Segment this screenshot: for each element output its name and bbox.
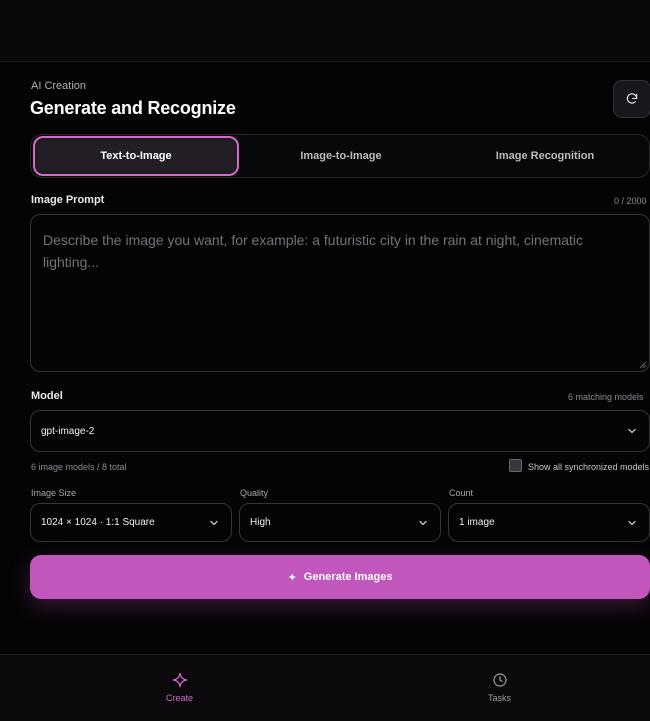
quality-label: Quality [240,488,269,498]
prompt-textarea[interactable]: Describe the image you want, for example… [30,214,650,372]
show-all-models-checkbox[interactable] [509,459,522,472]
generate-images-button[interactable]: ✦ Generate Images [30,555,650,599]
nav-item-tasks[interactable]: Tasks [337,655,650,721]
count-label: Count [449,488,474,498]
refresh-icon [626,93,638,104]
model-select-value: gpt-image-2 [41,425,95,437]
model-summary: 6 image models / 8 total [31,462,127,472]
chevron-down-icon [628,428,636,434]
nav-item-create[interactable]: Create [17,655,342,721]
count-value: 1 image [459,517,495,528]
nav-label-tasks: Tasks [487,693,511,703]
chevron-down-icon [210,520,218,525]
refresh-button[interactable] [613,80,650,118]
creation-panel: AI Creation Generate and Recognize Text-… [0,62,650,654]
show-all-models-label[interactable]: Show all synchronized models [528,462,649,472]
model-label: Model [31,390,63,402]
model-select[interactable]: gpt-image-2 [30,410,650,452]
matching-models-count: 6 matching models [568,392,644,402]
prompt-char-counter: 0 / 2000 [614,196,647,206]
sparkle-icon: ✦ [287,571,297,584]
bottom-nav: Create Tasks [0,654,650,721]
count-select[interactable]: 1 image [448,503,650,542]
image-size-value: 1024 × 1024 · 1:1 Square [41,517,155,528]
tab-text-to-image[interactable]: Text-to-Image [33,136,239,176]
resize-grip-icon[interactable] [639,361,647,369]
page-title: Generate and Recognize [30,98,236,118]
tab-image-to-image[interactable]: Image-to-Image [238,136,444,176]
chevron-down-icon [419,520,427,525]
image-size-select[interactable]: 1024 × 1024 · 1:1 Square [30,503,232,542]
quality-select[interactable]: High [239,503,441,542]
image-size-label: Image Size [31,488,77,498]
prompt-label: Image Prompt [31,194,105,206]
prompt-placeholder: Describe the image you want, for example… [43,232,584,270]
top-bar [0,0,650,62]
chevron-down-icon [628,520,636,525]
tab-image-recognition[interactable]: Image Recognition [442,136,648,176]
quality-value: High [250,517,271,528]
section-eyebrow: AI Creation [31,80,87,92]
nav-label-create: Create [165,693,193,703]
generate-images-label: Generate Images [303,571,393,583]
mode-tabs: Text-to-Image Image-to-Image Image Recog… [30,134,650,178]
sparkle-icon [172,672,187,688]
clock-icon [492,673,507,687]
